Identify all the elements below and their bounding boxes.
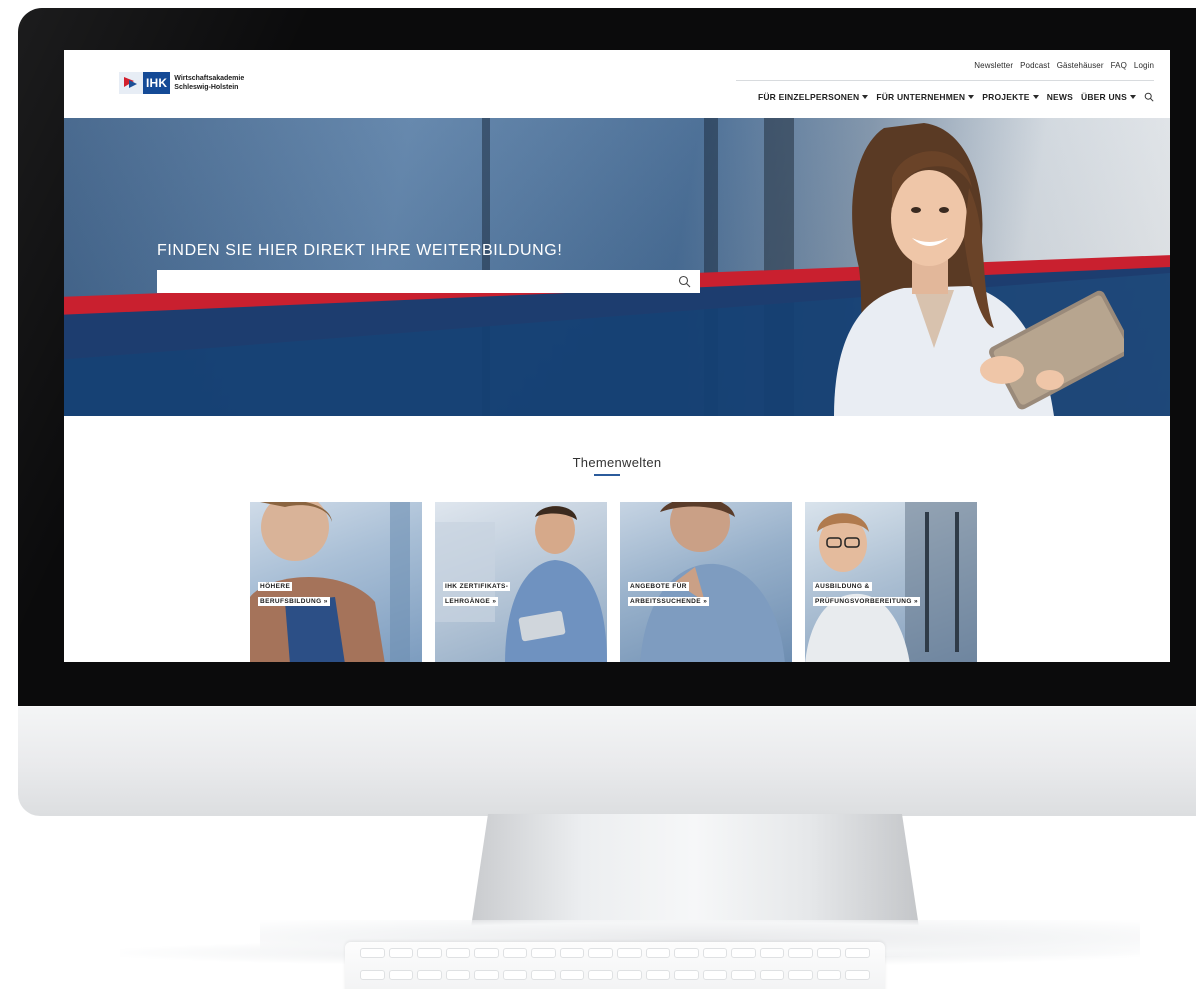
util-link-faq[interactable]: FAQ — [1111, 61, 1127, 70]
nav-item-ueber-uns[interactable]: ÜBER UNS — [1081, 92, 1136, 102]
card-label-line-1: ANGEBOTE FÜR — [628, 582, 689, 591]
hero-banner: FINDEN SIE HIER DIREKT IHRE WEITERBILDUN… — [64, 118, 1170, 416]
section-title-underline — [594, 474, 620, 476]
util-link-gaestehaeuser[interactable]: Gästehäuser — [1057, 61, 1104, 70]
topic-card-zertifikatslehrgaenge[interactable]: IHK ZERTIFIKATS- LEHRGÄNGE » — [435, 502, 607, 662]
site-header: IHK Wirtschaftsakademie Schleswig-Holste… — [64, 50, 1170, 118]
card-label-line-2: BERUFSBILDUNG » — [258, 597, 330, 606]
logo-line-1: Wirtschaftsakademie — [174, 75, 245, 82]
utility-nav: Newsletter Podcast Gästehäuser FAQ Login — [974, 61, 1154, 70]
caret-down-icon — [968, 95, 975, 99]
nav-item-label: PROJEKTE — [982, 92, 1030, 102]
logo-text: Wirtschaftsakademie Schleswig-Holstein — [174, 74, 244, 92]
caret-down-icon — [862, 95, 869, 99]
site-logo[interactable]: IHK Wirtschaftsakademie Schleswig-Holste… — [119, 70, 244, 96]
logo-ihk-mark: IHK — [143, 72, 171, 94]
monitor-chin — [18, 706, 1196, 816]
section-title: Themenwelten — [572, 455, 662, 470]
card-label-line-1: IHK ZERTIFIKATS- — [443, 582, 511, 591]
imac-mockup: IHK Wirtschaftsakademie Schleswig-Holste… — [0, 0, 1196, 989]
logo-line-2: Schleswig-Holstein — [174, 84, 239, 91]
monitor-stand — [470, 814, 920, 934]
topic-card-ausbildung[interactable]: AUSBILDUNG & PRÜFUNGSVORBEREITUNG » — [805, 502, 977, 662]
nav-item-projekte[interactable]: PROJEKTE — [982, 92, 1039, 102]
nav-item-label: ÜBER UNS — [1081, 92, 1127, 102]
search-icon[interactable] — [678, 275, 691, 288]
topic-card-arbeitssuchende[interactable]: ANGEBOTE FÜR ARBEITSSUCHENDE » — [620, 502, 792, 662]
caret-down-icon — [1032, 95, 1039, 99]
util-link-login[interactable]: Login — [1134, 61, 1154, 70]
hero-headline: FINDEN SIE HIER DIREKT IHRE WEITERBILDUN… — [157, 242, 563, 259]
search-icon[interactable] — [1144, 92, 1154, 102]
nav-item-einzelpersonen[interactable]: FÜR EINZELPERSONEN — [757, 92, 869, 102]
util-link-newsletter[interactable]: Newsletter — [974, 61, 1013, 70]
browser-screen: IHK Wirtschaftsakademie Schleswig-Holste… — [64, 50, 1170, 662]
caret-down-icon — [1130, 95, 1136, 99]
course-search-input[interactable] — [157, 270, 700, 293]
card-label-line-1: AUSBILDUNG & — [813, 582, 872, 591]
nav-item-label: NEWS — [1046, 92, 1073, 102]
hero-woman-image — [834, 123, 1124, 416]
nav-item-news[interactable]: NEWS — [1047, 92, 1073, 102]
card-label-line-2: PRÜFUNGSVORBEREITUNG » — [813, 597, 921, 606]
header-divider — [736, 80, 1154, 81]
nav-item-label: FÜR EINZELPERSONEN — [757, 92, 860, 102]
card-label-line-2: LEHRGÄNGE » — [443, 597, 499, 606]
util-link-podcast[interactable]: Podcast — [1020, 61, 1050, 70]
main-nav: FÜR EINZELPERSONEN FÜR UNTERNEHMEN PROJE… — [758, 92, 1154, 102]
card-label-line-1: HÖHERE — [258, 582, 293, 591]
logo-emblem-icon — [119, 72, 143, 94]
card-label-line-2: ARBEITSSUCHENDE » — [628, 597, 710, 606]
keyboard-keys — [360, 948, 870, 988]
topic-card-hoehere-berufsbildung[interactable]: HÖHERE BERUFSBILDUNG » — [250, 502, 422, 662]
nav-item-unternehmen[interactable]: FÜR UNTERNEHMEN — [876, 92, 975, 102]
nav-item-label: FÜR UNTERNEHMEN — [876, 92, 966, 102]
